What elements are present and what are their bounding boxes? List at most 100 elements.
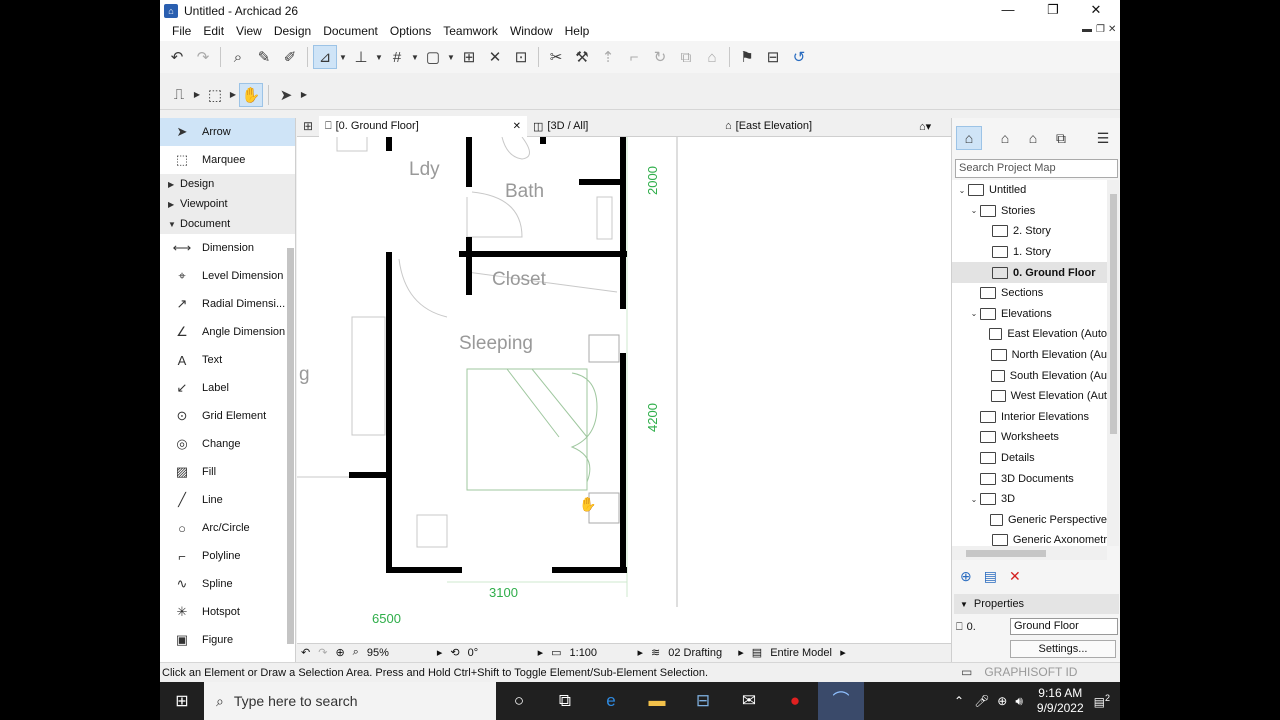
tab-close-icon[interactable]: ✕ bbox=[513, 121, 521, 132]
tab-list-icon[interactable]: ⌂▾ bbox=[919, 120, 931, 133]
edge-browser-icon[interactable]: e bbox=[588, 691, 634, 711]
network-icon[interactable]: ⊕ bbox=[997, 694, 1007, 708]
tree-item[interactable]: Details bbox=[952, 448, 1107, 469]
tool-label[interactable]: ↙ Label bbox=[160, 374, 295, 402]
adjust-icon[interactable]: ⊡ bbox=[509, 45, 533, 69]
intersect-icon[interactable]: ✕ bbox=[483, 45, 507, 69]
orientation-value[interactable]: 0° bbox=[464, 647, 534, 659]
chevron-down-icon[interactable]: ▼ bbox=[374, 53, 384, 62]
section-viewpoint[interactable]: ▶ Viewpoint bbox=[160, 194, 295, 214]
tree-item[interactable]: ⌄ Elevations bbox=[952, 304, 1107, 325]
tool-polyline[interactable]: ⌐ Polyline bbox=[160, 542, 295, 570]
rotate-view-icon[interactable]: ⟲ bbox=[446, 646, 463, 659]
tool-angle-dimension[interactable]: ∠ Angle Dimension bbox=[160, 318, 295, 346]
tab-3d-all[interactable]: ◫ [3D / All] bbox=[527, 116, 719, 137]
tree-item[interactable]: Generic Perspective bbox=[952, 510, 1107, 531]
chevron-right-icon[interactable]: ▸ bbox=[433, 646, 447, 659]
tool-fill[interactable]: ▨ Fill bbox=[160, 458, 295, 486]
redo-zoom-icon[interactable]: ↷ bbox=[314, 646, 331, 659]
model-view-icon[interactable]: ▤ bbox=[748, 646, 766, 659]
selection-method-icon[interactable]: ⎍ bbox=[167, 83, 191, 107]
chevron-right-icon[interactable]: ▸ bbox=[634, 646, 648, 659]
delete-icon[interactable]: ✕ bbox=[1009, 568, 1021, 585]
document-close-icon[interactable]: ✕ bbox=[1108, 24, 1116, 35]
tool-level-dimension[interactable]: ⌖ Level Dimension bbox=[160, 262, 295, 290]
tool-change[interactable]: ◎ Change bbox=[160, 430, 295, 458]
taskbar-clock[interactable]: 9:16 AM 9/9/2022 bbox=[1037, 686, 1084, 716]
zoom-value[interactable]: 95% bbox=[363, 647, 433, 659]
volume-icon[interactable]: 🔊︎ bbox=[1015, 694, 1023, 709]
taskbar-search[interactable]: ⌕ Type here to search bbox=[204, 682, 496, 720]
elevate-icon[interactable]: ⌂ bbox=[700, 45, 724, 69]
model-view-value[interactable]: Entire Model bbox=[766, 647, 836, 659]
move-icon[interactable]: ⇡ bbox=[596, 45, 620, 69]
hand-pan-icon[interactable]: ✋ bbox=[239, 82, 263, 107]
renovation-icon[interactable]: ↺ bbox=[787, 45, 811, 69]
arrow-tool-icon[interactable]: ➤ bbox=[274, 83, 298, 107]
marquee-mode-icon[interactable]: ⬚ bbox=[203, 83, 227, 107]
tree-item[interactable]: 1. Story bbox=[952, 242, 1107, 263]
tab-overview-icon[interactable]: ⊞ bbox=[298, 117, 318, 135]
settings-button[interactable]: Settings... bbox=[1010, 640, 1116, 658]
layer-combo-icon[interactable]: ≋ bbox=[647, 646, 664, 659]
task-view-icon[interactable]: ⧉ bbox=[542, 691, 588, 711]
chevron-down-icon[interactable]: ▼ bbox=[410, 53, 420, 62]
layer-combo-value[interactable]: 02 Drafting bbox=[664, 647, 734, 659]
chevron-down-icon[interactable]: ⌄ bbox=[968, 206, 980, 215]
tree-item[interactable]: Generic Axonometr bbox=[952, 530, 1107, 546]
find-select-icon[interactable]: ⌕ bbox=[226, 45, 250, 69]
archicad-taskbar-icon[interactable]: ⌒ bbox=[818, 682, 864, 720]
menu-teamwork[interactable]: Teamwork bbox=[437, 24, 504, 38]
tree-item[interactable]: 2. Story bbox=[952, 221, 1107, 242]
windows-start-icon[interactable]: ⊞ bbox=[160, 691, 204, 711]
bring-to-front-icon[interactable]: ⚑ bbox=[735, 45, 759, 69]
rotate-icon[interactable]: ↻ bbox=[648, 45, 672, 69]
tool-marquee[interactable]: ⬚ Marquee bbox=[160, 146, 295, 174]
new-view-icon[interactable]: ⊕ bbox=[960, 568, 972, 585]
menu-window[interactable]: Window bbox=[504, 24, 559, 38]
tool-text[interactable]: A Text bbox=[160, 346, 295, 374]
zoom-icon[interactable]: ⌕ bbox=[349, 646, 363, 659]
story-name-field[interactable]: Ground Floor bbox=[1010, 618, 1118, 635]
tree-item[interactable]: ⌄ 3D bbox=[952, 489, 1107, 510]
tree-item[interactable]: East Elevation (Auto bbox=[952, 324, 1107, 345]
scrollbar-thumb[interactable] bbox=[1110, 194, 1117, 434]
minimize-button[interactable]: — bbox=[986, 0, 1030, 21]
tree-item[interactable]: 3D Documents bbox=[952, 468, 1107, 489]
chevron-right-icon[interactable]: ▸ bbox=[836, 646, 850, 659]
tree-vertical-scrollbar[interactable] bbox=[1107, 180, 1119, 546]
redo-icon[interactable]: ↷ bbox=[191, 45, 215, 69]
menu-options[interactable]: Options bbox=[384, 24, 437, 38]
tool-radial-dimension[interactable]: ↗ Radial Dimensi... bbox=[160, 290, 295, 318]
tool-arc-circle[interactable]: ○ Arc/Circle bbox=[160, 514, 295, 542]
undo-zoom-icon[interactable]: ↶ bbox=[297, 646, 314, 659]
section-document[interactable]: ▼ Document bbox=[160, 214, 295, 234]
tree-horizontal-scrollbar[interactable] bbox=[952, 546, 1107, 560]
tool-figure[interactable]: ▣ Figure bbox=[160, 626, 295, 654]
microphone-icon[interactable]: 🎤︎ bbox=[974, 694, 989, 708]
tool-arrow[interactable]: ➤ Arrow bbox=[160, 118, 295, 146]
view-map-icon[interactable]: ⌂ bbox=[992, 126, 1018, 150]
zoom-in-icon[interactable]: ⊕ bbox=[331, 646, 348, 659]
screen-recorder-icon[interactable]: ● bbox=[772, 691, 818, 711]
section-design[interactable]: ▶ Design bbox=[160, 174, 295, 194]
mirror-icon[interactable]: ⧉ bbox=[674, 45, 698, 69]
chevron-right-icon[interactable]: ▶ bbox=[228, 90, 238, 99]
floor-plan-canvas[interactable]: Ldy Bath Closet Sleeping g 2000 4200 310… bbox=[297, 137, 951, 643]
menu-design[interactable]: Design bbox=[268, 24, 317, 38]
store-icon[interactable]: ⊟ bbox=[680, 691, 726, 711]
chevron-right-icon[interactable]: ▶ bbox=[299, 90, 309, 99]
notification-center-icon[interactable]: ▤2 bbox=[1094, 693, 1110, 709]
inject-parameters-icon[interactable]: ✐ bbox=[278, 45, 302, 69]
chevron-right-icon[interactable]: ▸ bbox=[734, 646, 748, 659]
tool-line[interactable]: ╱ Line bbox=[160, 486, 295, 514]
graphisoft-id[interactable]: ▭ GRAPHISOFT ID bbox=[951, 662, 1120, 682]
cortana-icon[interactable]: ○ bbox=[496, 691, 542, 711]
chevron-down-icon[interactable]: ⌄ bbox=[968, 309, 980, 318]
tree-item[interactable]: Sections bbox=[952, 283, 1107, 304]
navigator-menu-icon[interactable]: ☰ bbox=[1090, 126, 1116, 150]
chevron-down-icon[interactable]: ⌄ bbox=[968, 495, 980, 504]
scale-icon[interactable]: ▭ bbox=[547, 646, 565, 659]
publisher-sets-icon[interactable]: ⧉ bbox=[1048, 126, 1074, 150]
menu-edit[interactable]: Edit bbox=[197, 24, 230, 38]
